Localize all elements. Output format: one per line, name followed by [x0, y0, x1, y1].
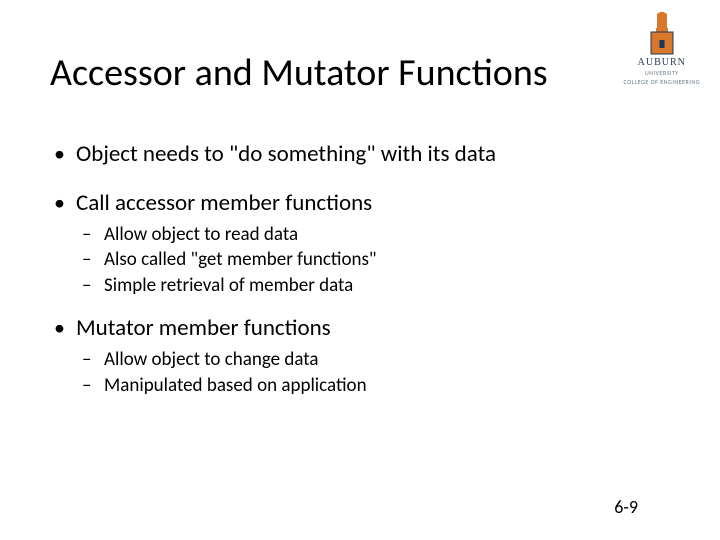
sub-bullet-item: Allow object to change data — [76, 347, 680, 373]
slide-body: Object needs to "do something" with its … — [46, 140, 680, 402]
bullet-list: Object needs to "do something" with its … — [46, 140, 680, 398]
logo-subtext-college: COLLEGE OF ENGINEERING — [624, 78, 700, 86]
sub-bullet-item: Manipulated based on application — [76, 373, 680, 399]
logo-subtext-university: UNIVERSITY — [624, 69, 700, 77]
bullet-text: Call accessor member functions — [76, 189, 372, 217]
auburn-tower-icon — [645, 12, 679, 56]
sub-bullet-item: Simple retrieval of member data — [76, 273, 680, 299]
page-number: 6-9 — [614, 496, 638, 518]
slide: AUBURN UNIVERSITY COLLEGE OF ENGINEERING… — [0, 0, 720, 540]
sub-bullet-list: Allow object to change data Manipulated … — [76, 347, 680, 398]
sub-bullet-list: Allow object to read data Also called "g… — [76, 222, 680, 299]
bullet-item: Call accessor member functions Allow obj… — [46, 189, 680, 299]
bullet-text: Mutator member functions — [76, 314, 331, 342]
university-logo: AUBURN UNIVERSITY COLLEGE OF ENGINEERING — [624, 12, 700, 86]
logo-wordmark: AUBURN — [624, 57, 700, 68]
bullet-item: Mutator member functions Allow object to… — [46, 314, 680, 398]
sub-bullet-item: Allow object to read data — [76, 222, 680, 248]
sub-bullet-item: Also called "get member functions" — [76, 247, 680, 273]
slide-title: Accessor and Mutator Functions — [50, 50, 548, 96]
bullet-item: Object needs to "do something" with its … — [46, 140, 680, 169]
